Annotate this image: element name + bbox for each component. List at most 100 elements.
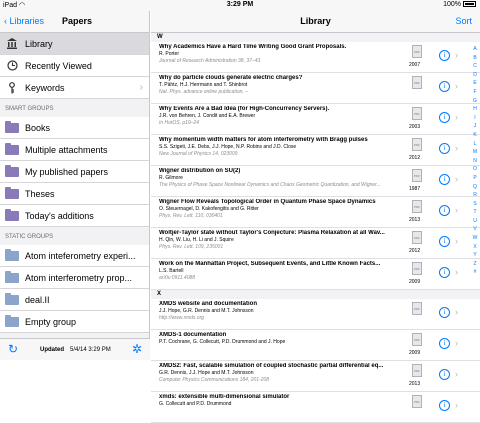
index-letter[interactable]: B xyxy=(471,54,479,63)
info-button[interactable]: i xyxy=(439,400,450,411)
status-time: 3:29 PM xyxy=(226,1,254,8)
paper-authors: L.S. Bartell xyxy=(159,268,184,274)
sync-icon[interactable]: ↻ xyxy=(8,342,18,356)
index-letter[interactable]: J xyxy=(471,122,479,131)
index-letter[interactable]: Y xyxy=(471,251,479,260)
static-group-atom-inteferometry-experi[interactable]: Atom inteferometry experi... xyxy=(0,245,149,267)
paper-list[interactable]: W Why Academics Have a Hard Time Writing … xyxy=(151,33,480,423)
chevron-right-icon: › xyxy=(139,82,143,93)
paper-authors: J.R. von Behren, J. Condit and E.A. Brew… xyxy=(159,113,256,119)
gear-icon[interactable]: ✲ xyxy=(132,342,142,356)
index-letter[interactable]: K xyxy=(471,131,479,140)
index-letter[interactable]: D xyxy=(471,71,479,80)
chevron-right-icon: › xyxy=(455,369,458,379)
info-button[interactable]: i xyxy=(439,50,450,61)
index-letter[interactable]: A xyxy=(471,45,479,54)
paper-row[interactable]: xmds: extensible multi-dimensional simul… xyxy=(151,392,480,423)
paper-authors: J.J. Hope, G.R. Dennis and M.T. Johnsson xyxy=(159,308,254,314)
sidebar-item-library[interactable]: Library xyxy=(0,33,149,55)
index-letter[interactable]: H xyxy=(471,105,479,114)
paper-row[interactable]: XMDS website and documentation J.J. Hope,… xyxy=(151,299,480,330)
paper-title: Why do particle clouds generate electric… xyxy=(159,75,303,81)
index-letter[interactable]: O xyxy=(471,165,479,174)
info-button[interactable]: i xyxy=(439,143,450,154)
paper-row[interactable]: Wigner distribution on SU(2) R. Gilmore Th… xyxy=(151,166,480,197)
smart-group-multiple-attachments[interactable]: Multiple attachments xyxy=(0,139,149,161)
paper-row[interactable]: Why do particle clouds generate electric… xyxy=(151,73,480,104)
index-letter[interactable]: Q xyxy=(471,183,479,192)
paper-journal: In HotOS, p19–24 xyxy=(159,120,200,126)
paper-authors: G.R. Dennis, J.J. Hope and M.T. Johnsson xyxy=(159,370,254,376)
smart-group-theses[interactable]: Theses xyxy=(0,183,149,205)
smart-group-todays-additions[interactable]: Today's additions xyxy=(0,205,149,227)
index-letter[interactable]: R xyxy=(471,191,479,200)
paper-row[interactable]: Work on the Manhattan Project, Subsequen… xyxy=(151,259,480,290)
paper-journal: Journal of Research Administration 38, 3… xyxy=(159,58,261,64)
index-letter[interactable]: C xyxy=(471,62,479,71)
pdf-icon: PDF xyxy=(412,364,422,377)
info-button[interactable]: i xyxy=(439,81,450,92)
paper-journal: http://www.xmds.org xyxy=(159,315,205,321)
chevron-right-icon: › xyxy=(455,143,458,153)
smart-group-books[interactable]: Books xyxy=(0,117,149,139)
section-index[interactable]: A B C D E F G H I J K L M N O P Q R S T U V W X Y Z # xyxy=(471,45,479,277)
library-nav-bar: Library Sort xyxy=(151,11,480,33)
index-letter[interactable]: Z xyxy=(471,260,479,269)
index-letter[interactable]: M xyxy=(471,148,479,157)
info-button[interactable]: i xyxy=(439,112,450,123)
folder-icon xyxy=(5,248,19,262)
back-to-libraries-button[interactable]: ‹ Libraries xyxy=(4,16,44,26)
sidebar-item-recently-viewed[interactable]: Recently Viewed xyxy=(0,55,149,77)
paper-row[interactable]: XMDS2: Fast, scalable simulation of coup… xyxy=(151,361,480,392)
sidebar-toolbar: ↻ Updated 5/4/14 3:29 PM ✲ xyxy=(0,338,150,360)
paper-title: XMDS website and documentation xyxy=(159,301,258,307)
index-letter[interactable]: I xyxy=(471,114,479,123)
pdf-icon: PDF xyxy=(412,231,422,244)
static-group-deal-ii[interactable]: deal.II xyxy=(0,289,149,311)
paper-row[interactable]: XMDS-1 documentation P.T. Cochrane, G. Co… xyxy=(151,330,480,361)
static-group-empty-group[interactable]: Empty group xyxy=(0,311,149,333)
index-letter[interactable]: T xyxy=(471,208,479,217)
smart-group-my-published-papers[interactable]: My published papers xyxy=(0,161,149,183)
paper-year: 1987 xyxy=(409,186,421,192)
library-icon xyxy=(5,38,19,50)
chevron-right-icon: › xyxy=(455,205,458,215)
static-group-atom-interferometry-prop[interactable]: Atom interferometry prop... xyxy=(0,267,149,289)
sidebar-nav-bar: ‹ Libraries Papers xyxy=(0,11,149,33)
sidebar-item-keywords[interactable]: Keywords › xyxy=(0,77,149,99)
chevron-right-icon: › xyxy=(455,174,458,184)
index-letter[interactable]: N xyxy=(471,157,479,166)
paper-row[interactable]: Why Events Are a Bad Idea (for High-Conc… xyxy=(151,104,480,135)
index-letter[interactable]: W xyxy=(471,234,479,243)
index-letter[interactable]: F xyxy=(471,88,479,97)
key-icon xyxy=(5,81,19,94)
paper-row[interactable]: Why Academics Have a Hard Time Writing G… xyxy=(151,42,480,73)
index-letter[interactable]: L xyxy=(471,140,479,149)
paper-authors: O. Steuernagel, D. Kakofengitis and G. R… xyxy=(159,206,259,212)
sort-button[interactable]: Sort xyxy=(455,16,472,26)
info-button[interactable]: i xyxy=(439,236,450,247)
info-button[interactable]: i xyxy=(439,307,450,318)
paper-title: Work on the Manhattan Project, Subsequen… xyxy=(159,261,381,267)
paper-row[interactable]: Woltjer-Taylor state without Taylor's Co… xyxy=(151,228,480,259)
index-letter[interactable]: S xyxy=(471,200,479,209)
smart-folder-icon xyxy=(5,142,19,156)
index-letter[interactable]: G xyxy=(471,97,479,106)
info-button[interactable]: i xyxy=(439,205,450,216)
info-button[interactable]: i xyxy=(439,267,450,278)
index-letter[interactable]: U xyxy=(471,217,479,226)
info-button[interactable]: i xyxy=(439,174,450,185)
index-letter[interactable]: E xyxy=(471,79,479,88)
index-letter[interactable]: V xyxy=(471,225,479,234)
index-letter[interactable]: X xyxy=(471,243,479,252)
info-button[interactable]: i xyxy=(439,369,450,380)
info-button[interactable]: i xyxy=(439,338,450,349)
smart-folder-icon xyxy=(5,164,19,178)
folder-icon xyxy=(5,292,19,306)
index-letter[interactable]: # xyxy=(471,268,479,277)
paper-row[interactable]: Why momentum width matters for atom inte… xyxy=(151,135,480,166)
index-letter[interactable]: P xyxy=(471,174,479,183)
pdf-icon: PDF xyxy=(412,45,422,58)
smart-folder-icon xyxy=(5,186,19,200)
paper-row[interactable]: Wigner Flow Reveals Topological Order in… xyxy=(151,197,480,228)
